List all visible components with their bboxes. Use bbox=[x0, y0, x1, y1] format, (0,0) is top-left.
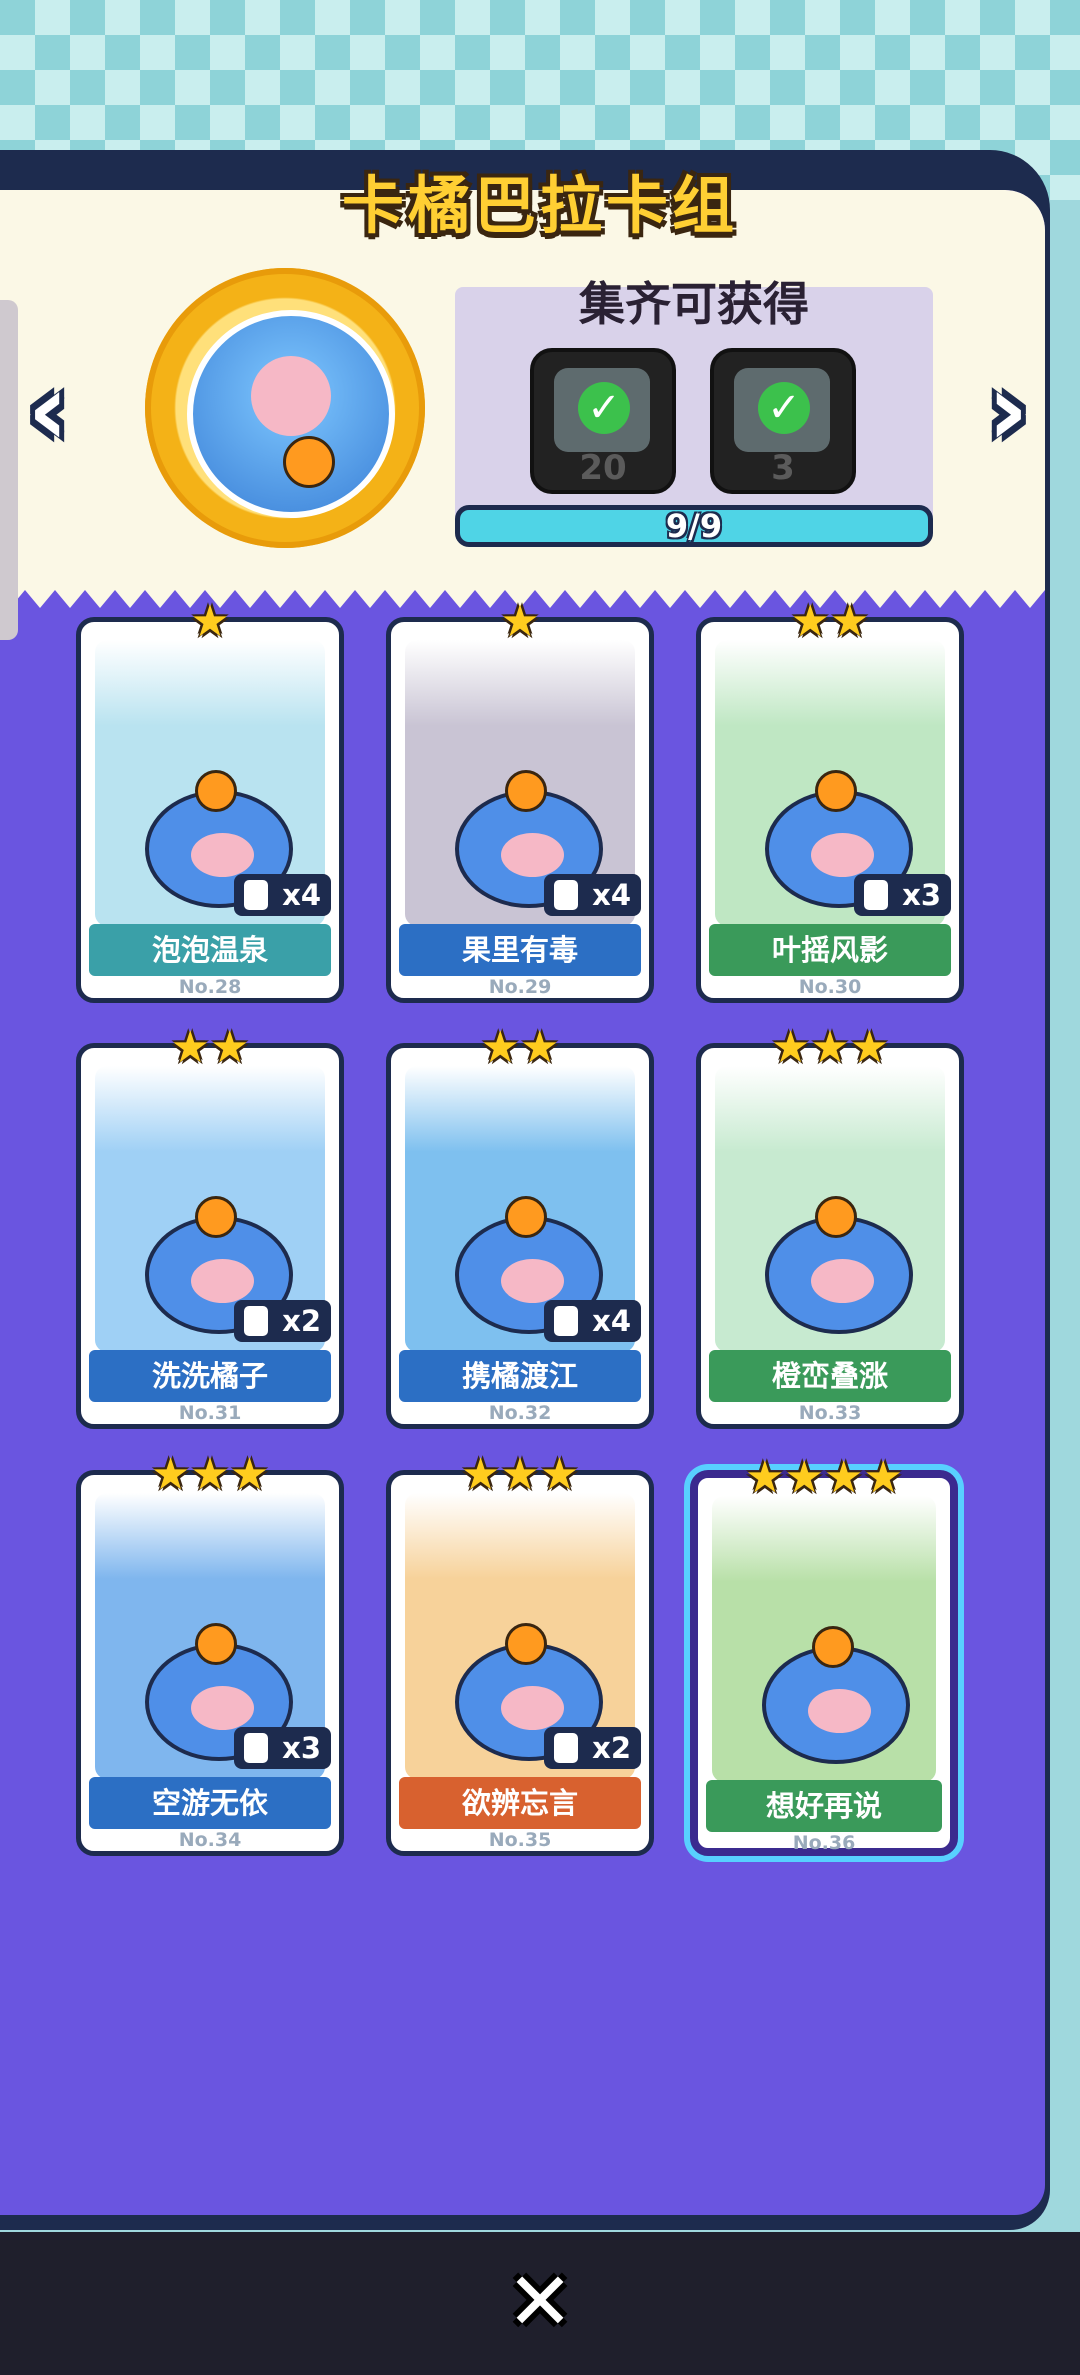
card-icon bbox=[554, 1306, 579, 1336]
card-name: 携橘渡江 bbox=[399, 1350, 641, 1402]
card-2[interactable]: ★ x4 果里有毒 No.29 bbox=[386, 600, 654, 1003]
card-5[interactable]: ★★ x4 携橘渡江 No.32 bbox=[386, 1026, 654, 1429]
star-rating: ★★ bbox=[170, 1022, 250, 1073]
card-count: x2 bbox=[282, 1304, 321, 1338]
close-button[interactable]: ✕ bbox=[500, 2262, 580, 2342]
next-deck-button[interactable]: › bbox=[968, 360, 1048, 460]
orange-icon bbox=[505, 1623, 547, 1665]
card-number: No.34 bbox=[178, 1829, 242, 1851]
card-count: x3 bbox=[282, 1731, 321, 1765]
orange-icon bbox=[195, 1196, 237, 1238]
deck-title: 卡橘巴拉卡组 bbox=[341, 169, 738, 242]
star-rating: ★ bbox=[500, 596, 540, 647]
capybara-face-icon bbox=[251, 356, 331, 436]
card-number: No.28 bbox=[178, 976, 242, 998]
card-icon bbox=[244, 880, 269, 910]
card-number: No.31 bbox=[178, 1402, 242, 1424]
card-6[interactable]: ★★★ 橙峦叠涨 No.33 bbox=[696, 1026, 964, 1429]
card-number: No.29 bbox=[488, 976, 552, 998]
card-art bbox=[712, 1496, 936, 1782]
star-rating: ★★ bbox=[480, 1022, 560, 1073]
card-4[interactable]: ★★ x2 洗洗橘子 No.31 bbox=[76, 1026, 344, 1429]
star-rating: ★★★★ bbox=[745, 1452, 903, 1503]
orange-icon bbox=[815, 770, 857, 812]
card-count-badge: x3 bbox=[234, 1727, 331, 1769]
star-rating: ★★★ bbox=[460, 1449, 580, 1500]
card-number: No.35 bbox=[488, 1829, 552, 1851]
card-count: x3 bbox=[902, 878, 941, 912]
card-count: x4 bbox=[592, 1304, 631, 1338]
card-count: x2 bbox=[592, 1731, 631, 1765]
card-name: 果里有毒 bbox=[399, 924, 641, 976]
reward-item[interactable]: ✓ 3 bbox=[710, 348, 856, 494]
card-number: No.33 bbox=[798, 1402, 862, 1424]
prev-deck-button[interactable]: ‹ bbox=[8, 360, 88, 460]
card-icon bbox=[554, 1733, 579, 1763]
card-icon bbox=[244, 1306, 269, 1336]
star-rating: ★ bbox=[190, 596, 230, 647]
deck-medal bbox=[145, 268, 425, 548]
star-rating: ★★★ bbox=[150, 1449, 270, 1500]
orange-icon bbox=[283, 436, 335, 488]
orange-icon bbox=[195, 1623, 237, 1665]
orange-icon bbox=[505, 770, 547, 812]
card-1[interactable]: ★ x4 泡泡温泉 No.28 bbox=[76, 600, 344, 1003]
card-name: 叶摇风影 bbox=[709, 924, 951, 976]
card-art bbox=[715, 1066, 945, 1352]
reward-count: 3 bbox=[771, 448, 795, 488]
reward-count: 20 bbox=[579, 448, 627, 488]
card-number: No.32 bbox=[488, 1402, 552, 1424]
check-icon: ✓ bbox=[758, 382, 810, 434]
card-number: No.36 bbox=[792, 1832, 856, 1854]
card-3[interactable]: ★★ x3 叶摇风影 No.30 bbox=[696, 600, 964, 1003]
orange-icon bbox=[505, 1196, 547, 1238]
star-rating: ★★★ bbox=[770, 1022, 890, 1073]
card-count-badge: x4 bbox=[544, 1300, 641, 1342]
collection-progress: 9/9 bbox=[455, 505, 933, 547]
check-icon: ✓ bbox=[578, 382, 630, 434]
orange-icon bbox=[815, 1196, 857, 1238]
orange-icon bbox=[812, 1626, 854, 1668]
side-tab[interactable] bbox=[0, 300, 18, 640]
card-number: No.30 bbox=[798, 976, 862, 998]
card-icon bbox=[554, 880, 579, 910]
card-count-badge: x2 bbox=[234, 1300, 331, 1342]
card-name: 橙峦叠涨 bbox=[709, 1350, 951, 1402]
card-count-badge: x4 bbox=[544, 874, 641, 916]
card-count: x4 bbox=[592, 878, 631, 912]
card-name: 洗洗橘子 bbox=[89, 1350, 331, 1402]
card-count-badge: x3 bbox=[854, 874, 951, 916]
card-8[interactable]: ★★★ x2 欲辨忘言 No.35 bbox=[386, 1453, 654, 1856]
card-name: 空游无依 bbox=[89, 1777, 331, 1829]
star-rating: ★★ bbox=[790, 596, 870, 647]
card-count: x4 bbox=[282, 878, 321, 912]
card-9[interactable]: ★★★★ 想好再说 No.36 bbox=[690, 1456, 958, 1856]
card-count-badge: x4 bbox=[234, 874, 331, 916]
card-7[interactable]: ★★★ x3 空游无依 No.34 bbox=[76, 1453, 344, 1856]
card-name: 欲辨忘言 bbox=[399, 1777, 641, 1829]
orange-icon bbox=[195, 770, 237, 812]
card-count-badge: x2 bbox=[544, 1727, 641, 1769]
card-icon bbox=[244, 1733, 269, 1763]
medal-portrait bbox=[187, 310, 395, 518]
reward-heading: 集齐可获得 bbox=[579, 277, 809, 331]
card-name: 泡泡温泉 bbox=[89, 924, 331, 976]
card-icon bbox=[864, 880, 889, 910]
card-name: 想好再说 bbox=[706, 1780, 942, 1832]
reward-item[interactable]: ✓ 20 bbox=[530, 348, 676, 494]
